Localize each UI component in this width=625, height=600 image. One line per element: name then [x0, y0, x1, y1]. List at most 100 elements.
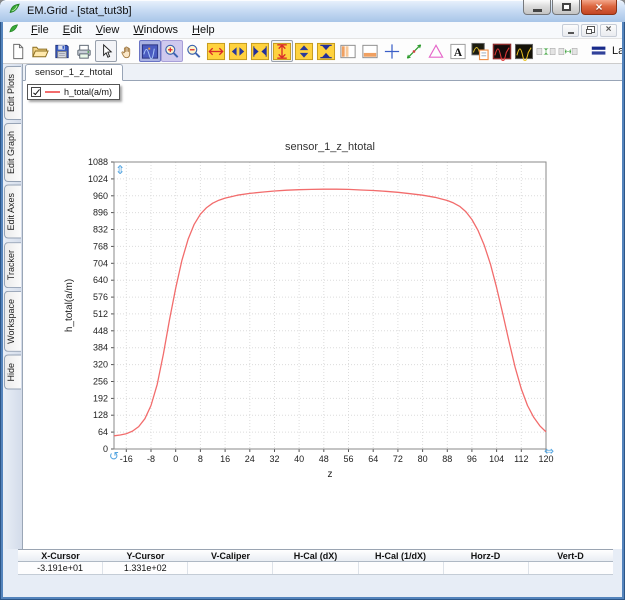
- sidebar-tab-tracker[interactable]: Tracker: [4, 242, 21, 288]
- shrink-y-icon[interactable]: [293, 40, 315, 62]
- mdi-restore-icon: [586, 29, 592, 34]
- menu-file[interactable]: File: [24, 23, 56, 37]
- x-axis-label: z: [328, 469, 333, 480]
- mdi-close-icon: ×: [606, 25, 612, 35]
- new-document-icon[interactable]: [7, 40, 29, 62]
- menu-help[interactable]: Help: [185, 23, 222, 37]
- svg-text:-8: -8: [147, 454, 155, 464]
- menubar: FileEditViewWindowsHelp ×: [3, 22, 622, 38]
- legend-checkbox[interactable]: [31, 87, 41, 97]
- text-label-icon[interactable]: A: [447, 40, 469, 62]
- svg-text:448: 448: [93, 326, 108, 336]
- sidebar-tab-workspace[interactable]: Workspace: [4, 291, 21, 352]
- fit-y-icon[interactable]: [315, 40, 337, 62]
- legend-line-sample: [45, 91, 60, 93]
- layout-button-label: Layout: [612, 45, 622, 57]
- svg-text:8: 8: [198, 454, 203, 464]
- cursor-header-h-cal-dx-: H-Cal (dX): [273, 550, 358, 561]
- menu-edit[interactable]: Edit: [56, 23, 89, 37]
- mdi-window-controls: ×: [560, 24, 617, 37]
- caliper-icon[interactable]: [425, 40, 447, 62]
- crosshair-icon[interactable]: [381, 40, 403, 62]
- column-layout-icon[interactable]: [337, 40, 359, 62]
- cursor-value-6: [529, 562, 613, 574]
- client-area: FileEditViewWindowsHelp × A Layout Edit P…: [3, 22, 622, 597]
- svg-text:56: 56: [343, 454, 353, 464]
- chart-title: sensor_1_z_htotal: [285, 141, 375, 153]
- open-file-icon[interactable]: [29, 40, 51, 62]
- svg-text:768: 768: [93, 241, 108, 251]
- cursor-value-0: -3.191e+01: [18, 562, 103, 574]
- dark-plot-yellow-icon[interactable]: [513, 40, 535, 62]
- sidebar-tab-edit-plots[interactable]: Edit Plots: [4, 66, 21, 120]
- pointer-tool-icon[interactable]: [95, 40, 117, 62]
- sidebar-tab-edit-axes[interactable]: Edit Axes: [4, 185, 21, 239]
- svg-text:1088: 1088: [88, 157, 108, 167]
- window-title: EM.Grid - [stat_tut3b]: [27, 5, 132, 17]
- cursor-value-2: [188, 562, 273, 574]
- minimize-icon: [533, 9, 542, 12]
- document-area: sensor_1_z_htotal h_total(a/m) -16 -8 0 8 16…: [22, 64, 622, 549]
- cursor-header-y-cursor: Y-Cursor: [103, 550, 188, 561]
- svg-text:0: 0: [173, 454, 178, 464]
- svg-text:512: 512: [93, 309, 108, 319]
- zoom-out-icon[interactable]: [183, 40, 205, 62]
- mdi-minimize-button[interactable]: [562, 24, 579, 37]
- toolbar: A Layout: [3, 38, 622, 64]
- svg-text:384: 384: [93, 343, 108, 353]
- mdi-restore-button[interactable]: [581, 24, 598, 37]
- plot-legend: h_total(a/m): [27, 84, 120, 100]
- save-icon[interactable]: [51, 40, 73, 62]
- y-axis-handle[interactable]: ⇕: [115, 163, 125, 177]
- vertical-spacing-icon: [535, 40, 557, 62]
- chart[interactable]: -16-808162432404856647280889610411212006…: [53, 131, 593, 501]
- mdi-close-button[interactable]: ×: [600, 24, 617, 37]
- check-icon: [33, 88, 40, 95]
- pan-tool-icon[interactable]: [117, 40, 139, 62]
- svg-text:192: 192: [93, 393, 108, 403]
- move-axes-icon[interactable]: [403, 40, 425, 62]
- svg-text:-16: -16: [120, 454, 133, 464]
- svg-text:112: 112: [514, 454, 528, 464]
- legend-label: h_total(a/m): [64, 87, 112, 97]
- plot-thumbnail-icon[interactable]: [469, 40, 491, 62]
- svg-text:24: 24: [245, 454, 255, 464]
- svg-text:16: 16: [220, 454, 230, 464]
- expand-x-icon[interactable]: [205, 40, 227, 62]
- menu-windows[interactable]: Windows: [126, 23, 185, 37]
- minimize-button[interactable]: [523, 0, 551, 15]
- shrink-x-icon[interactable]: [227, 40, 249, 62]
- svg-text:320: 320: [93, 360, 108, 370]
- maximize-button[interactable]: [552, 0, 580, 15]
- x-axis-handle[interactable]: ⇔: [544, 444, 554, 458]
- menu-view[interactable]: View: [89, 23, 127, 37]
- svg-text:576: 576: [93, 292, 108, 302]
- plot-canvas: h_total(a/m) -16-80816243240485664728088…: [23, 81, 622, 549]
- sidebar-rail: Edit Plots Edit Graph Edit Axes Tracker Work…: [3, 64, 22, 549]
- svg-text:704: 704: [93, 258, 108, 268]
- cursor-bar-headers: X-CursorY-CursorV-CaliperH-Cal (dX)H-Cal…: [18, 549, 613, 562]
- svg-text:960: 960: [93, 191, 108, 201]
- document-tab[interactable]: sensor_1_z_htotal: [25, 64, 123, 81]
- cursor-header-x-cursor: X-Cursor: [18, 550, 103, 561]
- cursor-header-h-cal-1-dx-: H-Cal (1/dX): [358, 550, 443, 561]
- dark-plot-red-icon[interactable]: [491, 40, 513, 62]
- layout-button[interactable]: Layout: [583, 40, 622, 62]
- row-layout-icon[interactable]: [359, 40, 381, 62]
- zoom-in-icon[interactable]: [161, 40, 183, 62]
- print-icon[interactable]: [73, 40, 95, 62]
- app-icon: [8, 2, 22, 21]
- cursor-bar-values: -3.191e+011.331e+02: [18, 562, 613, 575]
- sidebar-tab-edit-graph[interactable]: Edit Graph: [4, 123, 21, 182]
- svg-text:64: 64: [98, 427, 108, 437]
- expand-y-icon[interactable]: [271, 40, 293, 62]
- cursor-value-5: [444, 562, 529, 574]
- mdi-document-icon[interactable]: [8, 23, 20, 38]
- sidebar-tab-hide[interactable]: Hide: [4, 355, 21, 390]
- fit-x-icon[interactable]: [249, 40, 271, 62]
- svg-text:640: 640: [93, 275, 108, 285]
- close-button[interactable]: ×: [581, 0, 617, 15]
- layout-icon: [590, 43, 608, 59]
- origin-handle[interactable]: ↺: [109, 449, 119, 463]
- plot-zoom-tool-icon[interactable]: [139, 40, 161, 62]
